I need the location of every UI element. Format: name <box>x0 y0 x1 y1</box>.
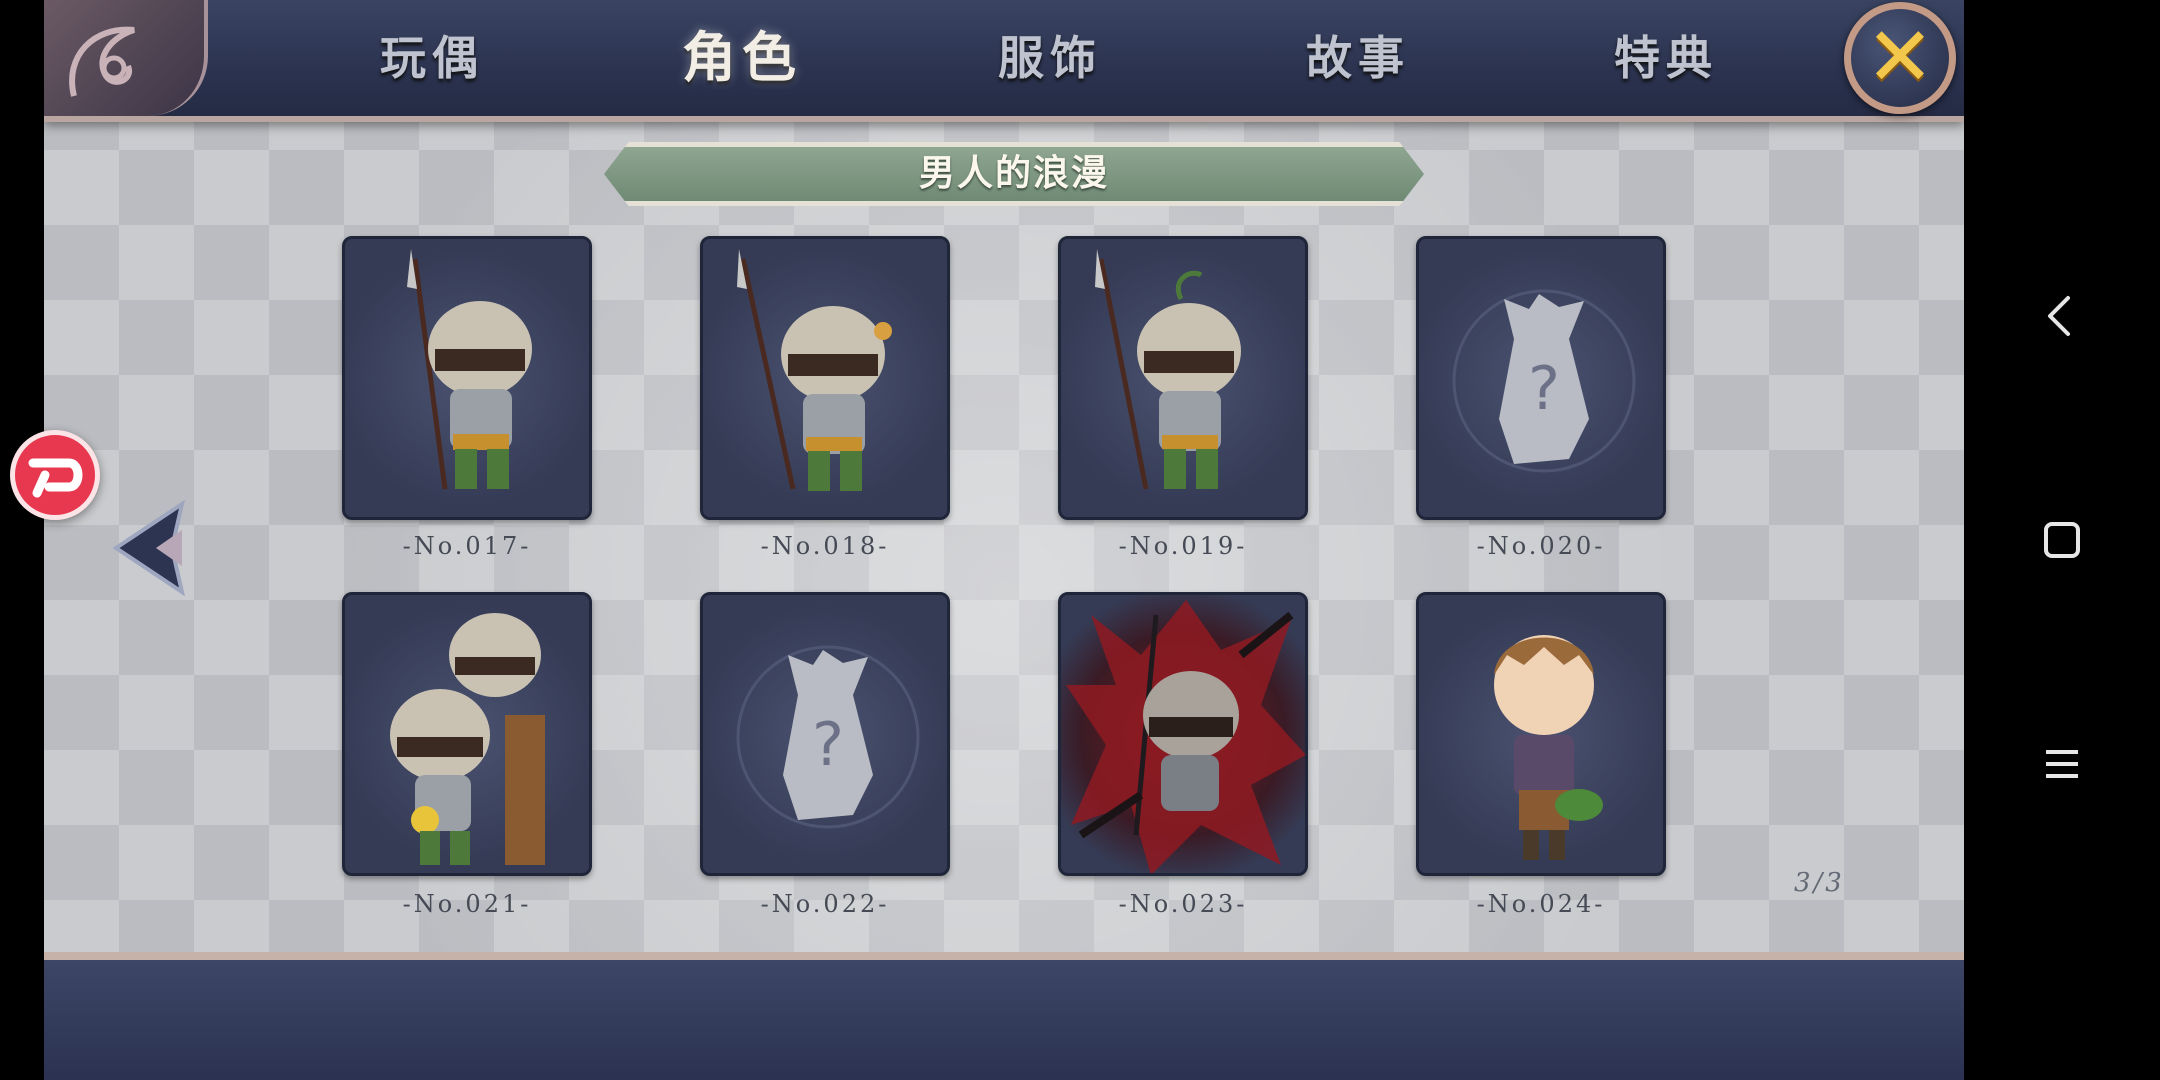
character-card-019[interactable] <box>1058 236 1308 520</box>
card-number-021: -No.021- <box>402 890 532 918</box>
card-number-023: -No.023- <box>1118 890 1248 918</box>
character-card-018[interactable] <box>700 236 950 520</box>
page-indicator: 3/3 <box>1794 868 1845 898</box>
title-banner: 男人的浪漫 <box>604 142 1424 206</box>
prev-page-arrow-icon[interactable] <box>112 500 202 596</box>
character-card-021[interactable] <box>342 592 592 876</box>
svg-text:?: ? <box>812 710 844 780</box>
recent-apps-icon[interactable] <box>2024 726 2100 802</box>
spear-soldier-portrait <box>737 249 892 491</box>
tab-costumes[interactable]: 服饰 <box>940 22 1160 94</box>
character-card-020-locked[interactable]: ? <box>1416 236 1666 520</box>
two-soldiers-portrait <box>390 613 545 865</box>
spear-soldier-portrait <box>407 249 532 490</box>
back-icon[interactable] <box>2024 278 2100 354</box>
character-card-022-locked[interactable]: ? <box>700 592 950 876</box>
swirl-ornament-icon <box>69 26 136 97</box>
tab-bar: 玩偶 角色 服饰 故事 特典 ✕ <box>44 0 1964 122</box>
tab-dolls[interactable]: 玩偶 <box>322 22 542 94</box>
close-button[interactable]: ✕ <box>1844 2 1956 114</box>
assistant-logo-icon <box>28 458 83 498</box>
bottom-panel <box>44 952 1964 1080</box>
character-card-023[interactable] <box>1058 592 1308 876</box>
spear-soldier-portrait <box>1095 249 1241 490</box>
soldier-red-burst-portrait <box>1066 600 1305 873</box>
card-number-019: -No.019- <box>1118 532 1248 560</box>
boy-with-frog-portrait <box>1494 635 1603 860</box>
close-icon: ✕ <box>1865 10 1935 105</box>
card-number-022: -No.022- <box>760 890 890 918</box>
game-screen: 玩偶 角色 服饰 故事 特典 ✕ 男人的浪漫 -No.017- -No.018-… <box>44 0 1964 1080</box>
svg-text:?: ? <box>1528 354 1560 424</box>
home-icon[interactable] <box>2024 502 2100 578</box>
tab-stories[interactable]: 故事 <box>1248 22 1468 94</box>
character-card-017[interactable] <box>342 236 592 520</box>
corner-ornament <box>44 0 208 116</box>
card-number-024: -No.024- <box>1476 890 1606 918</box>
character-card-024[interactable] <box>1416 592 1666 876</box>
card-number-020: -No.020- <box>1476 532 1606 560</box>
floating-assistant-button[interactable] <box>10 430 100 520</box>
card-number-017: -No.017- <box>402 532 532 560</box>
card-number-018: -No.018- <box>760 532 890 560</box>
page-title: 男人的浪漫 <box>918 153 1109 194</box>
tab-specials[interactable]: 特典 <box>1556 22 1776 94</box>
locked-mystery-icon: ? <box>736 645 920 829</box>
locked-mystery-icon: ? <box>1452 289 1636 473</box>
system-navigation-bar <box>1964 0 2160 1080</box>
tab-characters[interactable]: 角色 <box>632 22 852 94</box>
